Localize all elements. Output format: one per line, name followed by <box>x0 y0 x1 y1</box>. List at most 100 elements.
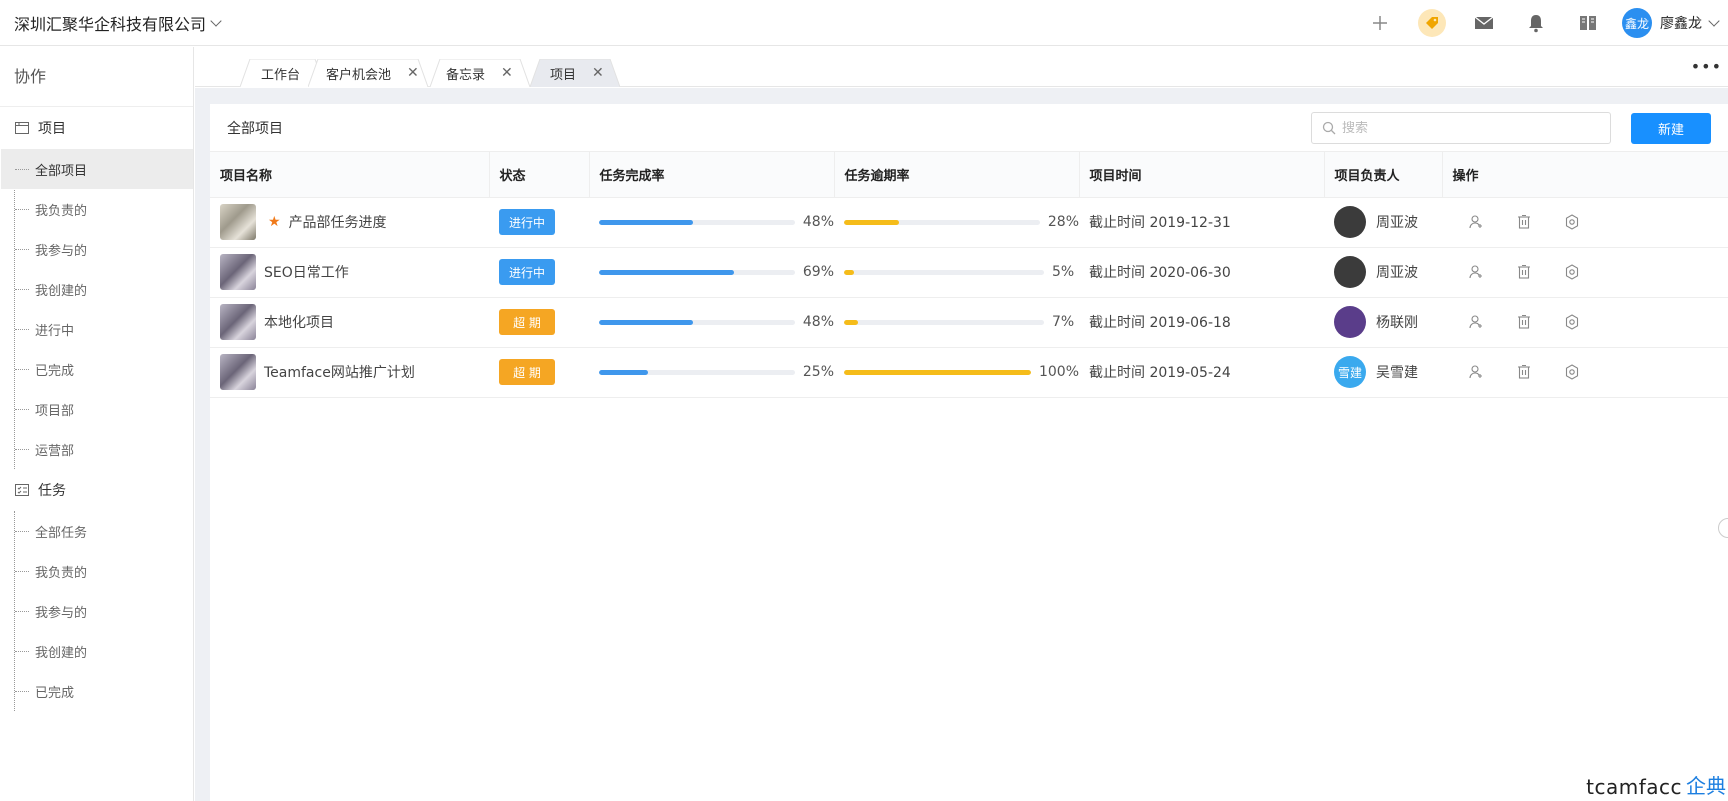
sidebar-item-project-dept[interactable]: 项目部 <box>1 389 193 429</box>
sidebar-tree-project: 全部项目 我负责的 我参与的 我创建的 进行中 已完成 项目部 运营部 <box>1 149 193 469</box>
mail-icon[interactable] <box>1458 0 1510 46</box>
sidebar-item-my-responsible[interactable]: 我负责的 <box>1 189 193 229</box>
table-header-row: 项目名称 状态 任务完成率 任务逾期率 项目时间 项目负责人 操作 <box>210 152 1728 198</box>
completion-bar <box>599 369 795 375</box>
plus-icon[interactable] <box>1354 0 1406 46</box>
overdue-cell: 5% <box>834 247 1079 298</box>
bell-icon[interactable] <box>1510 0 1562 46</box>
column-header-actions: 操作 <box>1442 152 1728 198</box>
time-cell: 截止时间 2019-06-18 <box>1079 297 1324 348</box>
overdue-bar <box>844 269 1044 275</box>
status-cell: 超 期 <box>489 297 589 348</box>
completion-percent: 69% <box>802 264 834 280</box>
settings-icon[interactable] <box>1548 314 1596 330</box>
actions-cell <box>1442 197 1728 248</box>
column-header-status[interactable]: 状态 <box>489 152 590 198</box>
project-thumbnail <box>220 304 256 340</box>
sidebar-item-my-participated[interactable]: 我参与的 <box>1 229 193 269</box>
sidebar-group-label: 任务 <box>38 483 66 499</box>
chevron-down-icon <box>1708 15 1720 27</box>
close-icon[interactable]: ✕ <box>592 65 604 81</box>
settings-icon[interactable] <box>1548 264 1596 280</box>
project-thumbnail <box>220 254 256 290</box>
delete-icon[interactable] <box>1500 364 1548 380</box>
project-name[interactable]: SEO日常工作 <box>264 262 349 282</box>
star-icon[interactable]: ★ <box>268 214 281 230</box>
sidebar-item-my-created[interactable]: 我创建的 <box>1 269 193 309</box>
close-icon[interactable]: ✕ <box>501 65 513 81</box>
completion-bar-fill <box>599 369 648 375</box>
sidebar-item-in-progress[interactable]: 进行中 <box>1 309 193 349</box>
sidebar-item-completed[interactable]: 已完成 <box>1 349 193 389</box>
avatar: 雪建 <box>1334 356 1366 388</box>
sidebar-group-head-project[interactable]: 项目 <box>0 107 193 149</box>
project-name[interactable]: Teamface网站推广计划 <box>264 362 415 382</box>
user-add-icon[interactable] <box>1452 264 1500 280</box>
table-row[interactable]: Teamface网站推广计划 超 期 25% 100% 截止时间 2019-05… <box>210 347 1728 398</box>
project-name-cell: 本地化项目 <box>210 297 489 348</box>
sidebar-item-task-responsible[interactable]: 我负责的 <box>1 551 193 591</box>
time-cell: 截止时间 2019-12-31 <box>1079 197 1324 248</box>
project-name[interactable]: 产品部任务进度 <box>289 212 387 232</box>
delete-icon[interactable] <box>1500 314 1548 330</box>
sidebar: 协作 项目 全部项目 我负责的 我参与的 我创建的 进行中 已完成 项目部 运营… <box>0 47 194 801</box>
delete-icon[interactable] <box>1500 264 1548 280</box>
status-badge: 进行中 <box>499 209 555 235</box>
sidebar-tree-task: 全部任务 我负责的 我参与的 我创建的 已完成 <box>14 511 193 711</box>
tab-memo[interactable]: 备忘录 ✕ <box>430 59 530 87</box>
close-icon[interactable]: ✕ <box>407 65 419 81</box>
overdue-bar-fill <box>844 319 858 325</box>
project-name[interactable]: 本地化项目 <box>264 312 334 332</box>
table-row[interactable]: SEO日常工作 进行中 69% 5% 截止时间 2020-06-30 周亚波 <box>210 247 1728 298</box>
completion-bar <box>599 219 795 225</box>
search-input[interactable] <box>1342 120 1592 136</box>
settings-icon[interactable] <box>1548 214 1596 230</box>
column-header-overdue[interactable]: 任务逾期率 <box>834 152 1080 198</box>
avatar <box>1334 256 1366 288</box>
project-thumbnail <box>220 354 256 390</box>
column-header-owner[interactable]: 项目负责人 <box>1324 152 1443 198</box>
overdue-percent: 5% <box>1052 264 1075 280</box>
project-name-cell: Teamface网站推广计划 <box>210 347 489 398</box>
sidebar-item-all-projects[interactable]: 全部项目 <box>1 149 193 189</box>
overdue-bar <box>844 219 1040 225</box>
column-header-time[interactable]: 项目时间 <box>1079 152 1325 198</box>
sidebar-item-operations-dept[interactable]: 运营部 <box>1 429 193 469</box>
sidebar-group-head-task[interactable]: 任务 <box>0 469 193 511</box>
owner-name: 吴雪建 <box>1376 365 1418 381</box>
user-add-icon[interactable] <box>1452 364 1500 380</box>
book-icon[interactable] <box>1562 0 1614 46</box>
user-add-icon[interactable] <box>1452 314 1500 330</box>
user-name: 廖鑫龙 <box>1660 16 1702 32</box>
new-project-button[interactable]: 新建 <box>1631 113 1711 144</box>
owner-name: 杨联刚 <box>1376 315 1418 331</box>
company-name: 深圳汇聚华企科技有限公司 <box>14 14 207 34</box>
project-name-cell: SEO日常工作 <box>210 247 489 298</box>
column-header-name[interactable]: 项目名称 <box>210 152 490 198</box>
search-box[interactable] <box>1311 112 1611 144</box>
sidebar-item-task-participated[interactable]: 我参与的 <box>1 591 193 631</box>
company-switcher[interactable]: 深圳汇聚华企科技有限公司 <box>14 11 222 35</box>
overdue-cell: 7% <box>834 297 1079 348</box>
tag-button[interactable] <box>1406 0 1458 46</box>
sidebar-item-all-tasks[interactable]: 全部任务 <box>1 511 193 551</box>
delete-icon[interactable] <box>1500 214 1548 230</box>
tab-project[interactable]: 项目 ✕ <box>530 59 620 87</box>
column-header-completion[interactable]: 任务完成率 <box>589 152 835 198</box>
overdue-percent: 7% <box>1052 314 1075 330</box>
panel-title: 全部项目 <box>227 120 283 137</box>
settings-icon[interactable] <box>1548 364 1596 380</box>
table-row[interactable]: 本地化项目 超 期 48% 7% 截止时间 2019-06-18 杨联刚 <box>210 297 1728 348</box>
panel-header: 全部项目 新建 <box>210 104 1728 152</box>
project-table: 项目名称 状态 任务完成率 任务逾期率 项目时间 项目负责人 操作 ★ 产品部任… <box>210 152 1728 398</box>
tab-label: 项目 <box>550 67 577 83</box>
overdue-bar <box>844 319 1044 325</box>
project-thumbnail <box>220 204 256 240</box>
tab-customer-pool[interactable]: 客户机会池 ✕ <box>308 59 428 87</box>
more-icon[interactable]: ••• <box>1691 57 1722 76</box>
user-add-icon[interactable] <box>1452 214 1500 230</box>
sidebar-item-task-completed[interactable]: 已完成 <box>1 671 193 711</box>
table-row[interactable]: ★ 产品部任务进度 进行中 48% 28% 截止时间 2019-12-31 周亚… <box>210 197 1728 248</box>
user-menu[interactable]: 鑫龙 廖鑫龙 <box>1622 8 1720 38</box>
sidebar-item-task-created[interactable]: 我创建的 <box>1 631 193 671</box>
